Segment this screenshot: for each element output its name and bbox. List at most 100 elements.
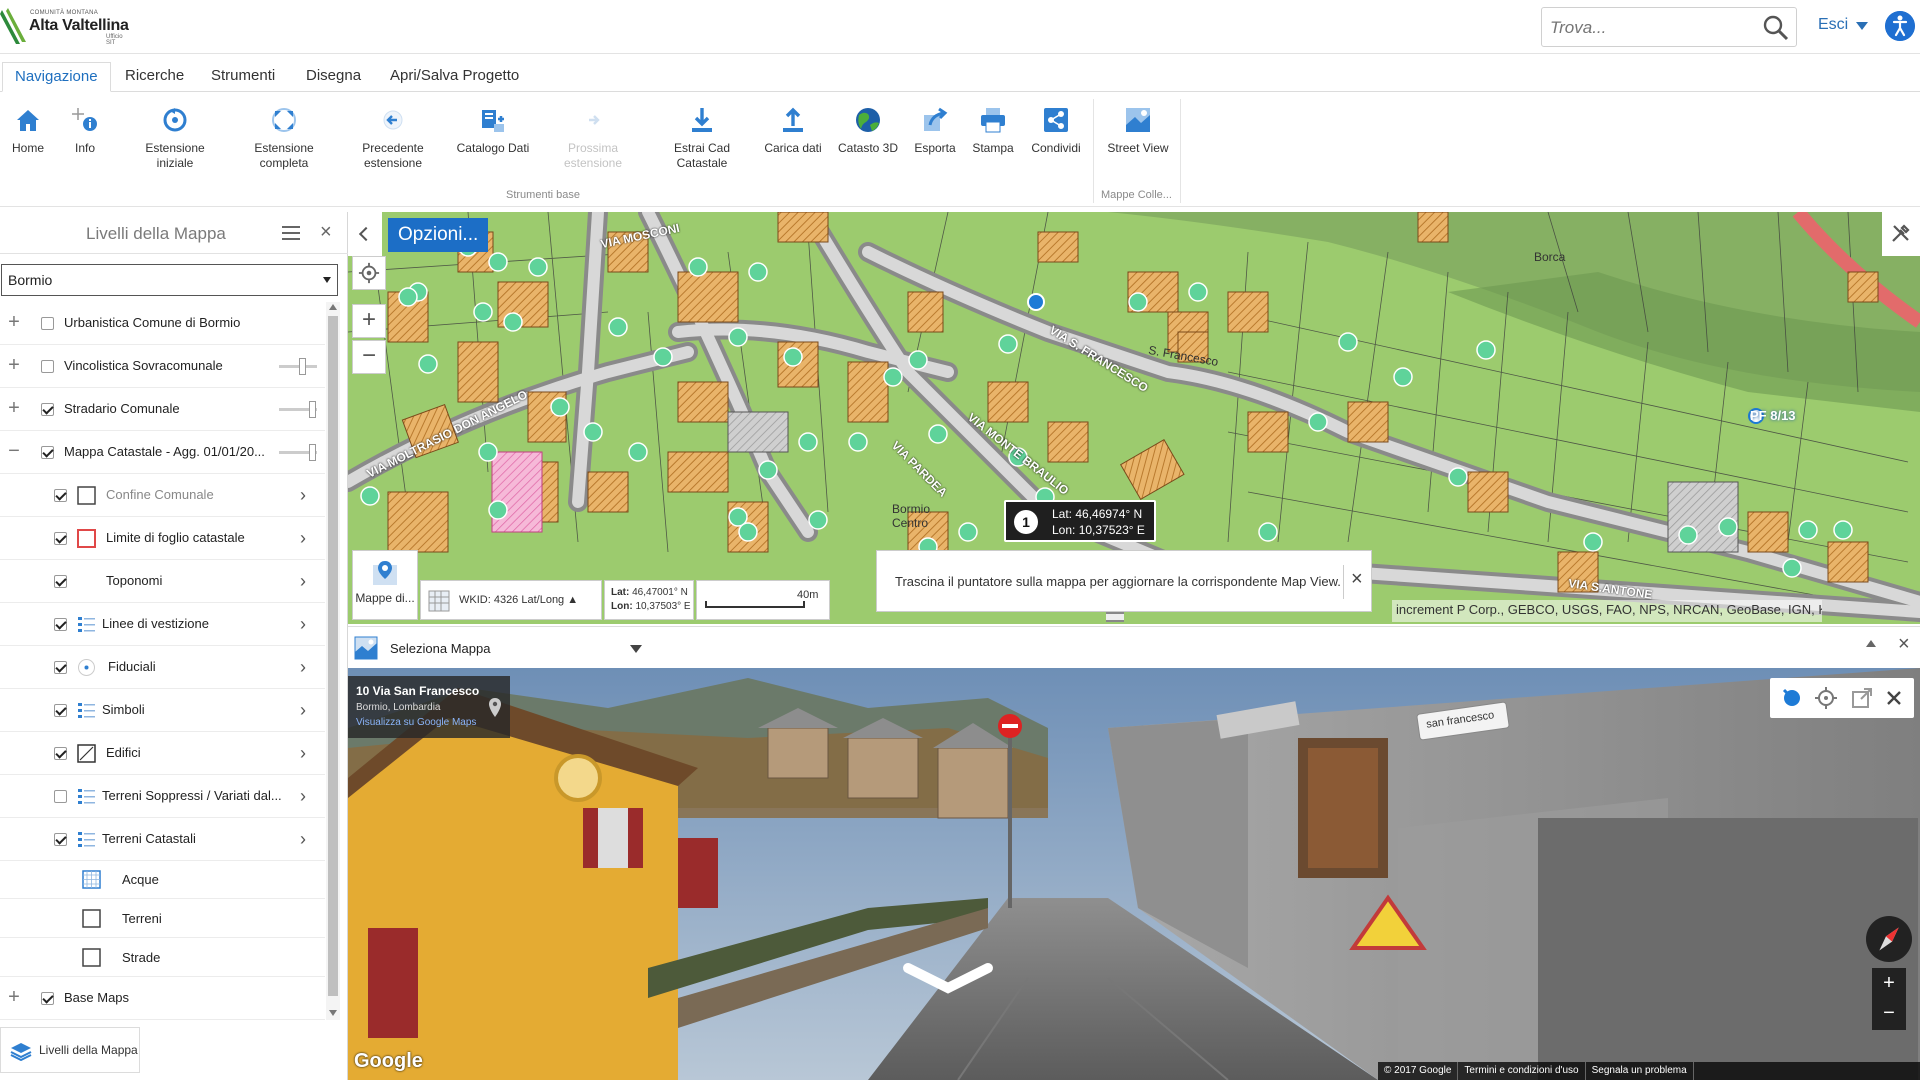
search-icon[interactable]: [1762, 14, 1790, 42]
basemap-gallery-button[interactable]: Mappe di...: [352, 550, 418, 620]
accessibility-icon[interactable]: [1885, 11, 1915, 41]
sublayer-row[interactable]: Toponomi ›: [0, 560, 325, 603]
scroll-down-icon[interactable]: [329, 1010, 337, 1016]
list-icon[interactable]: [282, 225, 300, 241]
layers-scrollbar[interactable]: [326, 302, 340, 1020]
sublayer-row[interactable]: Simboli ›: [0, 689, 325, 732]
full-extent-button[interactable]: Estensione completa: [239, 105, 329, 171]
sublayer-row[interactable]: Fiduciali ›: [0, 646, 325, 689]
layer-checkbox[interactable]: [54, 575, 67, 588]
street-view-panorama[interactable]: san francesco 10 Via San Francesco Bormi…: [348, 668, 1920, 1080]
layer-checkbox[interactable]: [54, 489, 67, 502]
layer-checkbox[interactable]: [41, 317, 54, 330]
locate-button[interactable]: [352, 256, 386, 290]
previous-extent-button[interactable]: Precedente estensione: [348, 105, 438, 171]
extract-cad-button[interactable]: Estrai Cad Catastale: [657, 105, 747, 171]
slider-handle[interactable]: [309, 401, 316, 418]
compass-button[interactable]: [1866, 916, 1912, 962]
layers-panel-tab[interactable]: Livelli della Mappa: [0, 1027, 140, 1073]
collapse-panel-button[interactable]: [348, 212, 382, 256]
search-input[interactable]: [1550, 16, 1750, 40]
user-menu-button[interactable]: Esci: [1818, 16, 1848, 34]
sublayer-row[interactable]: Terreni Soppressi / Variati dal... ›: [0, 775, 325, 818]
map-tools-button[interactable]: [1882, 212, 1920, 256]
layer-row[interactable]: + Stradario Comunale: [0, 388, 325, 431]
cadastral-map[interactable]: VIA MOSCONI VIA MOLTRASIO DON ANGELO VIA…: [348, 212, 1920, 624]
close-icon[interactable]: [1882, 686, 1906, 710]
chevron-right-icon[interactable]: ›: [300, 700, 306, 721]
scroll-thumb[interactable]: [328, 316, 338, 996]
chevron-right-icon[interactable]: ›: [300, 485, 306, 506]
tab-apri-salva-progetto[interactable]: Apri/Salva Progetto: [378, 62, 531, 92]
info-button[interactable]: Info: [40, 105, 130, 156]
expand-icon[interactable]: +: [6, 397, 22, 420]
opacity-slider[interactable]: [279, 444, 317, 461]
chevron-down-icon[interactable]: [630, 645, 642, 653]
scroll-up-icon[interactable]: [329, 304, 337, 310]
layer-row[interactable]: − Mappa Catastale - Agg. 01/01/20...: [0, 431, 325, 474]
layer-checkbox[interactable]: [54, 532, 67, 545]
sublayer-row[interactable]: Linee di vestizione ›: [0, 603, 325, 646]
layer-checkbox[interactable]: [54, 790, 67, 803]
opacity-slider[interactable]: [279, 358, 317, 375]
tab-strumenti[interactable]: Strumenti: [199, 62, 287, 92]
zoom-in-button[interactable]: +: [1872, 968, 1906, 998]
sublayer-row[interactable]: Edifici ›: [0, 732, 325, 775]
slider-handle[interactable]: [309, 444, 316, 461]
tab-ricerche[interactable]: Ricerche: [113, 62, 196, 92]
layer-row[interactable]: + Base Maps: [0, 977, 325, 1020]
pegman-icon[interactable]: [1780, 686, 1804, 710]
expand-icon[interactable]: +: [6, 986, 22, 1009]
initial-extent-button[interactable]: Estensione iniziale: [130, 105, 220, 171]
expand-icon[interactable]: +: [6, 311, 22, 334]
chevron-right-icon[interactable]: ›: [300, 829, 306, 850]
tab-navigazione[interactable]: Navigazione: [2, 62, 111, 92]
chevron-down-icon[interactable]: [1856, 22, 1868, 30]
chevron-right-icon[interactable]: ›: [300, 528, 306, 549]
layer-checkbox[interactable]: [41, 446, 54, 459]
expand-icon[interactable]: +: [6, 354, 22, 377]
minimize-icon[interactable]: [1866, 640, 1876, 647]
next-extent-button[interactable]: Prossima estensione: [548, 105, 638, 171]
layer-checkbox[interactable]: [54, 661, 67, 674]
sublayer-row[interactable]: Terreni Catastali ›: [0, 818, 325, 861]
layer-checkbox[interactable]: [54, 747, 67, 760]
layer-checkbox[interactable]: [41, 403, 54, 416]
layer-checkbox[interactable]: [54, 618, 67, 631]
layer-row[interactable]: + Vincolistica Sovracomunale: [0, 345, 325, 388]
close-icon[interactable]: ×: [1898, 633, 1910, 656]
opacity-slider[interactable]: [279, 401, 317, 418]
zoom-out-button[interactable]: −: [352, 340, 386, 374]
crosshair-icon[interactable]: [1814, 686, 1838, 710]
chevron-right-icon[interactable]: ›: [300, 743, 306, 764]
open-external-icon[interactable]: [1850, 686, 1874, 710]
layer-checkbox[interactable]: [54, 704, 67, 717]
chevron-right-icon[interactable]: ›: [300, 657, 306, 678]
layer-checkbox[interactable]: [41, 360, 54, 373]
layer-checkbox[interactable]: [41, 992, 54, 1005]
comune-select[interactable]: Bormio: [1, 264, 338, 296]
panel-resize-handle[interactable]: [1106, 612, 1124, 622]
layer-checkbox[interactable]: [54, 833, 67, 846]
share-button[interactable]: Condividi: [1011, 105, 1101, 156]
close-icon[interactable]: ×: [320, 221, 332, 244]
report-problem-link[interactable]: Segnala un problema: [1586, 1062, 1694, 1080]
map-pin-icon[interactable]: [488, 698, 502, 718]
layer-row[interactable]: + Urbanistica Comune di Bormio: [0, 302, 325, 345]
zoom-out-button[interactable]: −: [1872, 998, 1906, 1028]
sublayer-row[interactable]: Limite di foglio catastale ›: [0, 517, 325, 560]
close-icon[interactable]: ×: [1351, 568, 1363, 591]
terms-link[interactable]: Termini e condizioni d'uso: [1458, 1062, 1586, 1080]
slider-handle[interactable]: [299, 358, 306, 375]
options-button[interactable]: Opzioni...: [388, 218, 489, 252]
chevron-right-icon[interactable]: ›: [300, 571, 306, 592]
zoom-in-button[interactable]: +: [352, 304, 386, 338]
tab-disegna[interactable]: Disegna: [294, 62, 373, 92]
collapse-icon[interactable]: −: [6, 440, 22, 463]
logo[interactable]: COMUNITÀ MONTANA Alta Valtellina Ufficio…: [0, 4, 130, 50]
chevron-right-icon[interactable]: ›: [300, 786, 306, 807]
chevron-right-icon[interactable]: ›: [300, 614, 306, 635]
sublayer-row[interactable]: Confine Comunale ›: [0, 474, 325, 517]
data-catalog-button[interactable]: Catalogo Dati: [448, 105, 538, 156]
coordinate-system-selector[interactable]: WKID: 4326 Lat/Long ▲: [420, 580, 602, 620]
